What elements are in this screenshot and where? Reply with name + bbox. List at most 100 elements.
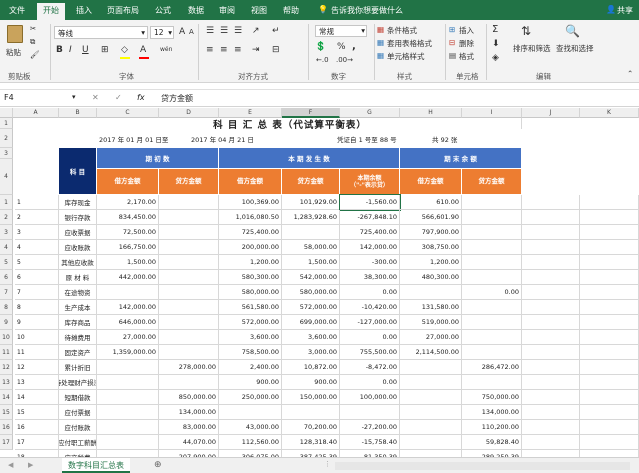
column-header[interactable]: E [219, 108, 282, 118]
amount-cell[interactable] [159, 255, 219, 270]
row-number-cell[interactable]: 16 [15, 420, 59, 435]
amount-cell[interactable]: 3,000.00 [282, 345, 340, 360]
empty-cell[interactable] [580, 225, 639, 240]
percent-button[interactable]: % [337, 42, 346, 52]
amount-cell[interactable]: 610.00 [400, 195, 462, 210]
amount-cell[interactable] [462, 375, 522, 390]
amount-cell[interactable]: 3,600.00 [282, 330, 340, 345]
amount-cell[interactable] [97, 285, 159, 300]
date-end[interactable]: 2017 年 04 月 21 日 [189, 129, 309, 148]
amount-cell[interactable] [159, 240, 219, 255]
amount-cell[interactable]: 59,828.40 [462, 435, 522, 450]
amount-cell[interactable] [400, 420, 462, 435]
amount-cell[interactable] [97, 450, 159, 457]
amount-cell[interactable]: 308,750.00 [400, 240, 462, 255]
amount-cell[interactable]: 207,900.00 [159, 450, 219, 457]
amount-cell[interactable]: -127,000.00 [340, 315, 400, 330]
row-header[interactable]: 16 [0, 420, 13, 435]
phonetic-button[interactable]: wén [160, 46, 172, 53]
copy-icon[interactable]: ⧉ [30, 37, 35, 47]
amount-cell[interactable]: 699,000.00 [282, 315, 340, 330]
column-subheader[interactable]: 贷方金额 [159, 169, 219, 195]
autosum-icon[interactable]: Σ [492, 24, 498, 35]
tab-review[interactable]: 审阅 [219, 5, 235, 16]
empty-cell[interactable] [580, 360, 639, 375]
amount-cell[interactable]: 131,580.00 [400, 300, 462, 315]
empty-cell[interactable] [580, 270, 639, 285]
empty-cell[interactable] [580, 285, 639, 300]
row-header[interactable]: 5 [0, 255, 13, 270]
amount-cell[interactable] [462, 255, 522, 270]
row-header[interactable]: 1 [0, 195, 13, 210]
amount-cell[interactable] [159, 300, 219, 315]
wrap-text-icon[interactable]: ↵ [272, 26, 280, 36]
align-bottom-icon[interactable]: ☰ [234, 26, 242, 36]
empty-cell[interactable] [522, 330, 580, 345]
amount-cell[interactable]: 566,601.90 [400, 210, 462, 225]
row-number-cell[interactable]: 13 [15, 375, 59, 390]
tab-help[interactable]: 帮助 [283, 5, 299, 16]
amount-cell[interactable]: 755,500.00 [340, 345, 400, 360]
column-header[interactable]: C [97, 108, 159, 118]
amount-cell[interactable] [282, 225, 340, 240]
amount-cell[interactable]: 580,000.00 [219, 285, 282, 300]
amount-cell[interactable]: -27,200.00 [340, 420, 400, 435]
amount-cell[interactable]: 725,400.00 [340, 225, 400, 240]
row-number-cell[interactable]: 14 [15, 390, 59, 405]
row-header[interactable]: 2 [0, 129, 13, 148]
amount-cell[interactable]: 134,000.00 [462, 405, 522, 420]
column-header[interactable]: H [400, 108, 462, 118]
cut-icon[interactable]: ✂ [30, 24, 36, 33]
clear-icon[interactable]: ◈ [492, 53, 499, 63]
amount-cell[interactable]: 0.00 [340, 285, 400, 300]
amount-cell[interactable]: 572,000.00 [219, 315, 282, 330]
amount-cell[interactable] [159, 210, 219, 225]
empty-cell[interactable] [580, 240, 639, 255]
empty-cell[interactable] [522, 390, 580, 405]
sheet-tab-options-icon[interactable]: ⋮ [324, 460, 331, 468]
amount-cell[interactable] [400, 285, 462, 300]
amount-cell[interactable]: 200,000.00 [219, 240, 282, 255]
amount-cell[interactable]: 0.00 [340, 330, 400, 345]
page-count[interactable]: 共 92 张 [430, 129, 490, 148]
row-number-cell[interactable]: 6 [15, 270, 59, 285]
name-box[interactable]: F4 [4, 93, 64, 102]
amount-cell[interactable]: 101,929.00 [282, 195, 340, 210]
amount-cell[interactable]: 561,580.00 [219, 300, 282, 315]
amount-cell[interactable]: 112,560.00 [219, 435, 282, 450]
formula-input[interactable]: 贷方金额 [161, 93, 193, 104]
amount-cell[interactable]: 580,000.00 [282, 285, 340, 300]
amount-cell[interactable]: 150,000.00 [282, 390, 340, 405]
font-name-select[interactable]: 等线 ▾ [54, 26, 148, 39]
amount-cell[interactable]: 2,114,500.00 [400, 345, 462, 360]
row-header[interactable]: 8 [0, 300, 13, 315]
subject-name-cell[interactable]: 待处理财产损溢 [59, 375, 97, 390]
column-header[interactable]: G [340, 108, 400, 118]
group-opening-header[interactable]: 期 初 数 [97, 148, 219, 169]
amount-cell[interactable]: 519,000.00 [400, 315, 462, 330]
merge-center-icon[interactable]: ⊟ [272, 45, 280, 55]
amount-cell[interactable] [159, 195, 219, 210]
fx-icon[interactable]: fx [137, 93, 145, 102]
row-number-cell[interactable]: 3 [15, 225, 59, 240]
amount-cell[interactable]: 797,900.00 [400, 225, 462, 240]
amount-cell[interactable]: 580,300.00 [219, 270, 282, 285]
row-number-cell[interactable]: 17 [15, 435, 59, 450]
amount-cell[interactable]: 10,872.00 [282, 360, 340, 375]
amount-cell[interactable]: 286,472.00 [462, 360, 522, 375]
subject-name-cell[interactable]: 其他应收款 [59, 255, 97, 270]
empty-cell[interactable] [580, 375, 639, 390]
amount-cell[interactable]: 442,000.00 [97, 270, 159, 285]
subject-name-cell[interactable]: 固定资产 [59, 345, 97, 360]
amount-cell[interactable] [462, 315, 522, 330]
amount-cell[interactable]: 142,000.00 [340, 240, 400, 255]
row-number-cell[interactable]: 15 [15, 405, 59, 420]
amount-cell[interactable] [97, 360, 159, 375]
amount-cell[interactable]: 0.00 [462, 285, 522, 300]
amount-cell[interactable]: 72,500.00 [97, 225, 159, 240]
row-number-cell[interactable]: 4 [15, 240, 59, 255]
subject-name-cell[interactable]: 原 材 料 [59, 270, 97, 285]
amount-cell[interactable] [97, 405, 159, 420]
row-header[interactable]: 7 [0, 285, 13, 300]
amount-cell[interactable] [97, 420, 159, 435]
